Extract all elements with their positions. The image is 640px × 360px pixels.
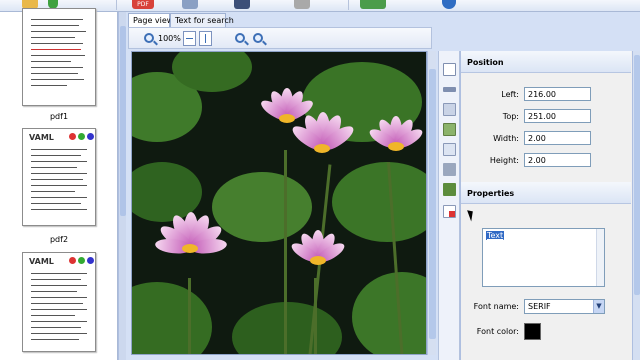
scrollbar-thumb[interactable] xyxy=(120,26,126,216)
canvas-scrollbar[interactable] xyxy=(427,51,436,355)
chart-tool-icon[interactable] xyxy=(443,183,456,196)
height-label: Height: xyxy=(489,156,519,165)
fit-width-button[interactable] xyxy=(183,31,196,46)
convert-button[interactable] xyxy=(356,0,406,10)
export-pdf-button[interactable]: PDF xyxy=(124,0,164,10)
page-thumbnail-1[interactable] xyxy=(22,8,96,106)
fit-height-icon xyxy=(205,34,206,43)
view-toolbar: 100% xyxy=(128,27,432,49)
scrollbar-thumb[interactable] xyxy=(429,69,436,339)
top-input[interactable]: 251.00 xyxy=(524,109,591,123)
toolbar-separator xyxy=(348,0,349,10)
lily-pad xyxy=(132,282,212,354)
width-label: Width: xyxy=(493,134,519,143)
toolbar-separator xyxy=(116,0,117,10)
tab-text-for-search[interactable]: Text for search xyxy=(170,13,234,27)
text-content-area[interactable]: Text xyxy=(482,228,605,287)
chevron-down-icon[interactable]: ▼ xyxy=(593,300,604,313)
save-button[interactable] xyxy=(228,0,268,10)
thumbnail-label-1: pdf1 xyxy=(49,112,69,121)
vaml-logo: VAML xyxy=(29,133,54,142)
help-button[interactable] xyxy=(440,0,460,10)
select-pointer-icon[interactable] xyxy=(443,63,456,76)
left-label: Left: xyxy=(501,90,519,99)
font-color-label: Font color: xyxy=(476,327,519,336)
zoom-level: 100% xyxy=(158,34,181,43)
flower-stem xyxy=(314,278,317,354)
position-section-header[interactable]: Position xyxy=(461,51,631,73)
font-name-value: SERIF xyxy=(528,302,551,311)
zoom-out-icon xyxy=(253,33,263,43)
zoom-actual-button[interactable]: 100% xyxy=(143,31,181,46)
tab-page-view[interactable]: Page view xyxy=(128,13,173,27)
properties-section-header[interactable]: Properties xyxy=(461,182,631,204)
zoom-in-button[interactable] xyxy=(233,31,247,46)
vaml-logo: VAML xyxy=(29,257,54,266)
text-tool-icon[interactable] xyxy=(443,103,456,116)
page-image-canvas[interactable] xyxy=(131,51,427,355)
lily-flower xyxy=(146,202,236,282)
top-label: Top: xyxy=(502,112,519,121)
zoom-in-icon xyxy=(235,33,245,43)
font-name-label: Font name: xyxy=(473,302,519,311)
height-input[interactable]: 2.00 xyxy=(524,153,591,167)
lily-pad xyxy=(352,272,426,354)
page-thumbnail-pane: pdf1 VAML pdf2 VAML xyxy=(0,8,118,360)
font-color-swatch[interactable] xyxy=(524,323,541,340)
page-thumbnail-2[interactable]: VAML xyxy=(22,128,96,226)
main-toolbar: PDF xyxy=(0,0,640,12)
left-input[interactable]: 216.00 xyxy=(524,87,591,101)
pdf-icon: PDF xyxy=(132,0,154,9)
selected-text: Text xyxy=(486,231,505,240)
print-icon xyxy=(182,0,198,9)
fit-width-icon xyxy=(186,38,193,39)
print-button[interactable] xyxy=(176,0,216,10)
font-name-select[interactable]: SERIF ▼ xyxy=(524,299,605,314)
flower-stem xyxy=(188,278,191,354)
lily-pad xyxy=(232,302,342,354)
thumbnail-label-2: pdf2 xyxy=(49,235,69,244)
zoom-out-button[interactable] xyxy=(251,31,265,46)
lily-flower xyxy=(364,110,426,170)
gear-icon xyxy=(294,0,310,9)
lily-flower xyxy=(280,224,356,284)
scrollbar-thumb[interactable] xyxy=(634,55,640,295)
width-input[interactable]: 2.00 xyxy=(524,131,591,145)
delete-icon[interactable] xyxy=(443,205,456,218)
save-icon xyxy=(234,0,250,9)
properties-panel: Position Left: 216.00 Top: 251.00 Width:… xyxy=(460,51,632,360)
lily-flower xyxy=(282,102,362,182)
table-tool-icon[interactable] xyxy=(443,163,456,176)
magnifier-icon xyxy=(144,33,154,43)
document-tool-icon[interactable] xyxy=(443,143,456,156)
convert-icon xyxy=(360,0,386,9)
fit-height-button[interactable] xyxy=(199,31,212,46)
textarea-scrollbar[interactable] xyxy=(596,229,604,286)
help-icon xyxy=(442,0,456,9)
settings-button[interactable] xyxy=(288,0,328,10)
thumbnail-scrollbar[interactable] xyxy=(118,12,126,360)
page-thumbnail-3[interactable]: VAML xyxy=(22,252,96,352)
tool-strip xyxy=(438,51,460,360)
panel-scrollbar[interactable] xyxy=(632,51,640,360)
image-tool-icon[interactable] xyxy=(443,123,456,136)
link-icon[interactable] xyxy=(443,87,456,92)
